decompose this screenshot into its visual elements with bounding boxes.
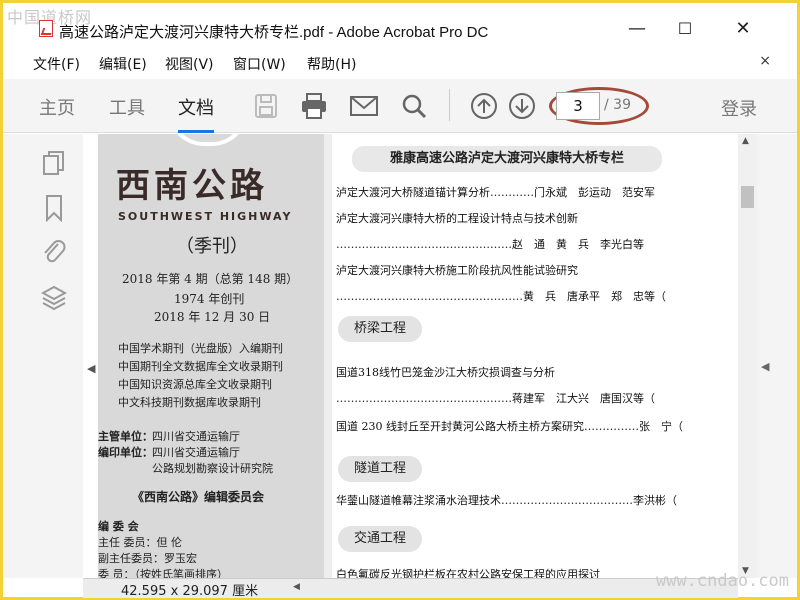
tab-home[interactable]: 主页 xyxy=(39,94,75,120)
toc-entry: 泸定大渡河兴康特大桥施工阶段抗风性能试验研究 xyxy=(336,264,578,277)
attachments-icon[interactable] xyxy=(41,238,67,266)
cover-chair: 主任 委员：但 伦 xyxy=(98,536,182,549)
page-total: / 39 xyxy=(604,97,631,113)
scroll-left-arrow-icon[interactable]: ◀ xyxy=(293,582,300,592)
page-up-icon[interactable] xyxy=(469,91,499,121)
menu-file[interactable]: 文件(F) xyxy=(33,54,80,74)
cover-english-title: SOUTHWEST HIGHWAY xyxy=(118,210,293,223)
cover-index-line: 中国知识资源总库全文收录期刊 xyxy=(118,378,272,391)
document-canvas: 西南公路 SOUTHWEST HIGHWAY （季刊） 2018 年第 4 期（… xyxy=(98,134,738,578)
tab-tools[interactable]: 工具 xyxy=(109,94,145,120)
minimize-button[interactable]: — xyxy=(617,15,657,43)
toc-entry: …………………………………………蒋建军 江大兴 唐国汉等（ xyxy=(336,392,655,405)
menu-bar: 文件(F) 编辑(E) 视图(V) 窗口(W) 帮助(H) × xyxy=(3,49,797,77)
expand-right-panel-icon[interactable]: ◀ xyxy=(761,360,769,373)
cover-editorial-board-title: 《西南公路》编辑委员会 xyxy=(132,490,265,504)
menu-window[interactable]: 窗口(W) xyxy=(233,54,286,74)
toc-entry: 国道318线竹巴笼金沙江大桥灾损调查与分析 xyxy=(336,366,555,379)
toc-entry: …………………………………………赵 通 黄 兵 李光白等 xyxy=(336,238,644,251)
vertical-scrollbar[interactable]: ▲ ▼ xyxy=(738,134,757,578)
menu-help[interactable]: 帮助(H) xyxy=(307,54,356,74)
left-navigation-panel: ◀ xyxy=(3,134,95,578)
maximize-button[interactable]: ☐ xyxy=(665,15,705,43)
email-icon[interactable] xyxy=(349,91,379,121)
toolbar: 主页 工具 文档 3 / 39 登录 xyxy=(3,79,797,133)
cover-editor: 公路规划勘察设计研究院 xyxy=(152,462,273,475)
menu-edit[interactable]: 编辑(E) xyxy=(99,54,147,74)
toc-entry: 泸定大渡河兴康特大桥的工程设计特点与技术创新 xyxy=(336,212,578,225)
close-button[interactable]: ✕ xyxy=(723,15,763,43)
cover-founded: 1974 年创刊 xyxy=(174,292,245,306)
watermark-bottom: www.cndao.com xyxy=(655,571,789,591)
toc-entry: 白色氟碳反光钢护栏板在农村公路安保工程的应用探讨 xyxy=(336,568,600,578)
toc-section-bridge: 桥梁工程 xyxy=(338,316,422,342)
status-bar: 42.595 x 29.097 厘米 ◀ xyxy=(83,578,738,599)
cover-index-line: 中国学术期刊（光盘版）入编期刊 xyxy=(118,342,283,355)
cover-index-line: 中国期刊全文数据库全文收录期刊 xyxy=(118,360,283,373)
menu-view[interactable]: 视图(V) xyxy=(165,54,214,74)
bookmarks-icon[interactable] xyxy=(41,194,67,222)
toc-section-traffic: 交通工程 xyxy=(338,526,422,552)
cover-emblem-arc xyxy=(168,134,248,146)
cover-vice-chair: 副主任委员：罗玉宏 xyxy=(98,552,197,565)
cover-title: 西南公路 xyxy=(116,166,268,206)
cover-board-heading: 编 委 会 xyxy=(98,520,139,533)
cover-sponsor-label: 主管单位： xyxy=(98,430,153,443)
toolbar-divider xyxy=(449,89,450,121)
toc-special-column-header: 雅康高速公路泸定大渡河兴康特大桥专栏 xyxy=(352,146,662,172)
toc-entry: ……………………………………………黄 兵 唐承平 郑 忠等（ xyxy=(336,290,666,303)
cover-editor-label: 编印单位： xyxy=(98,446,153,459)
scroll-up-arrow-icon[interactable]: ▲ xyxy=(742,136,749,146)
search-icon[interactable] xyxy=(399,91,429,121)
page-down-icon[interactable] xyxy=(507,91,537,121)
collapse-left-panel-icon[interactable]: ◀ xyxy=(87,362,95,375)
toc-section-tunnel: 隧道工程 xyxy=(338,456,422,482)
cover-index-line: 中文科技期刊数据库收录期刊 xyxy=(118,396,261,409)
toc-entry: 华蓥山隧道帷幕注浆涌水治理技术………………………………李洪彬（ xyxy=(336,494,677,507)
menu-close-button[interactable]: × xyxy=(759,53,771,69)
page-gutter xyxy=(324,134,332,578)
page-size-readout: 42.595 x 29.097 厘米 xyxy=(121,584,259,599)
page-number-input[interactable]: 3 xyxy=(556,92,600,120)
cover-editor: 四川省交通运输厅 xyxy=(152,446,240,459)
cover-date: 2018 年 12 月 30 日 xyxy=(154,310,271,324)
cover-sponsor: 四川省交通运输厅 xyxy=(152,430,240,443)
window-title: 高速公路泸定大渡河兴康特大桥专栏.pdf - Adobe Acrobat Pro… xyxy=(59,24,489,41)
toc-entry: 国道 230 线封丘至开封黄河公路大桥主桥方案研究……………张 宁（ xyxy=(336,420,683,433)
tab-document[interactable]: 文档 xyxy=(178,94,214,133)
title-bar: 中国道桥网 高速公路泸定大渡河兴康特大桥专栏.pdf - Adobe Acrob… xyxy=(3,3,797,45)
toc-entry: 泸定大渡河大桥隧道锚计算分析…………门永斌 彭运动 范安军 xyxy=(336,186,655,199)
page-thumbnails-icon[interactable] xyxy=(41,150,67,178)
login-button[interactable]: 登录 xyxy=(721,95,757,121)
scrollbar-thumb[interactable] xyxy=(741,186,754,208)
journal-cover-page: 西南公路 SOUTHWEST HIGHWAY （季刊） 2018 年第 4 期（… xyxy=(98,134,324,578)
print-icon[interactable] xyxy=(299,91,329,121)
right-tools-panel: ◀ xyxy=(757,134,797,578)
cover-issue: 2018 年第 4 期（总第 148 期） xyxy=(122,272,299,286)
layers-icon[interactable] xyxy=(41,284,67,312)
cover-quarterly: （季刊） xyxy=(176,236,248,257)
table-of-contents-page: 雅康高速公路泸定大渡河兴康特大桥专栏 泸定大渡河大桥隧道锚计算分析…………门永斌… xyxy=(336,134,738,578)
save-icon[interactable] xyxy=(251,91,281,121)
pdf-file-icon xyxy=(39,20,53,37)
cover-members: 委 员：（按姓氏笔画排序） xyxy=(98,568,228,578)
